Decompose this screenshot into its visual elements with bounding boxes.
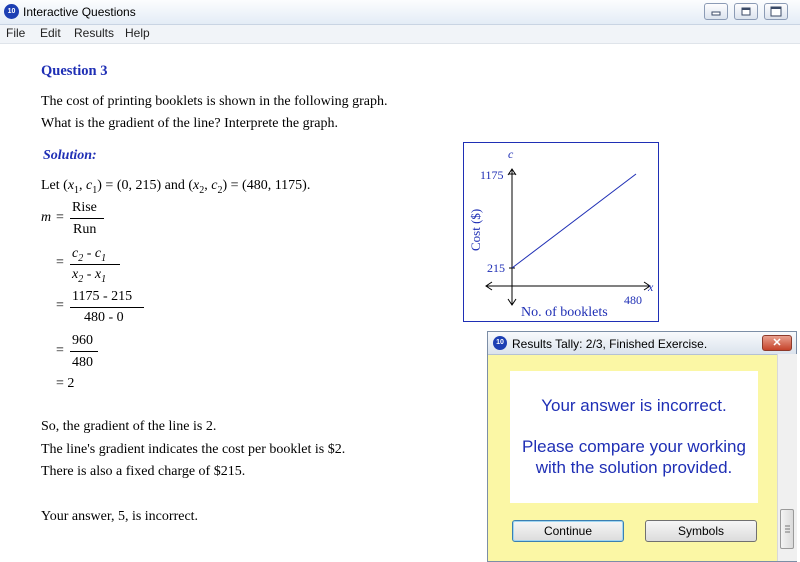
title-bar: 10 Interactive Questions bbox=[0, 0, 800, 25]
question-line-1: The cost of printing booklets is shown i… bbox=[41, 94, 388, 109]
conclusion-2: The line's gradient indicates the cost p… bbox=[41, 442, 346, 457]
denominator-values: 480 - 0 bbox=[84, 310, 124, 325]
m-symbol: m bbox=[41, 210, 52, 225]
fraction-line-3 bbox=[70, 307, 144, 308]
denominator-simplified: 480 bbox=[72, 355, 93, 370]
question-line-2: What is the gradient of the line? Interp… bbox=[41, 116, 338, 131]
conclusion-3: There is also a fixed charge of $215. bbox=[41, 464, 246, 479]
cost-graph: c x 1175 215 480 No. of booklets Cost ($… bbox=[463, 142, 659, 322]
maximize-icon bbox=[770, 6, 782, 17]
question-title: Question 3 bbox=[41, 63, 108, 79]
feedback-text: Your answer, 5, is incorrect. bbox=[41, 509, 199, 524]
conclusion-1: So, the gradient of the line is 2. bbox=[41, 419, 217, 434]
x-axis-variable: x bbox=[647, 280, 654, 294]
result: = 2 bbox=[56, 376, 75, 391]
fraction-line-1 bbox=[70, 218, 104, 219]
window-title: Interactive Questions bbox=[23, 5, 136, 19]
scrollbar-thumb[interactable] bbox=[780, 509, 794, 549]
fraction-line-2 bbox=[70, 264, 120, 265]
cost-line bbox=[511, 173, 637, 269]
numerator-values: 1175 - 215 bbox=[72, 289, 133, 304]
x-tick: 480 bbox=[624, 293, 642, 307]
menu-edit[interactable]: Edit bbox=[40, 26, 61, 40]
numerator-symbolic: c2 - c1 bbox=[72, 246, 107, 264]
y-axis-label: Cost ($) bbox=[468, 209, 483, 251]
solution-heading: Solution: bbox=[43, 148, 97, 163]
symbols-button[interactable]: Symbols bbox=[645, 520, 757, 542]
continue-button[interactable]: Continue bbox=[512, 520, 624, 542]
message-incorrect: Your answer is incorrect. bbox=[541, 396, 727, 415]
menu-results[interactable]: Results bbox=[74, 26, 114, 40]
y-tick-low: 215 bbox=[487, 261, 505, 275]
equals-4: = bbox=[56, 343, 64, 358]
equals-2: = bbox=[56, 255, 64, 270]
equals-3: = bbox=[56, 298, 64, 313]
maximize-button[interactable] bbox=[764, 3, 788, 20]
rise-label: Rise bbox=[72, 200, 97, 215]
run-label: Run bbox=[73, 222, 97, 237]
menu-bar: File Edit Results Help bbox=[0, 25, 800, 44]
fraction-line-4 bbox=[70, 351, 98, 352]
app-logo-icon: 10 bbox=[4, 4, 19, 19]
let-statement: Let (x1, c1) = (0, 215) and (x2, c2) = (… bbox=[41, 178, 311, 196]
denominator-symbolic: x2 - x1 bbox=[72, 267, 107, 285]
minimize-icon bbox=[711, 11, 721, 16]
dialog-logo-icon: 10 bbox=[493, 336, 507, 350]
numerator-simplified: 960 bbox=[72, 333, 93, 348]
message-compare-2: with the solution provided. bbox=[535, 458, 733, 477]
x-axis-label: No. of booklets bbox=[521, 305, 608, 320]
grip-icon bbox=[785, 525, 790, 533]
graph-canvas: c x 1175 215 480 No. of booklets Cost ($… bbox=[468, 147, 654, 320]
minimize-button[interactable] bbox=[704, 3, 728, 20]
dialog-title-bar[interactable]: 10 Results Tally: 2/3, Finished Exercise… bbox=[488, 332, 796, 355]
close-icon: ✕ bbox=[772, 337, 782, 349]
menu-file[interactable]: File bbox=[6, 26, 25, 40]
dialog-close-button[interactable]: ✕ bbox=[762, 335, 792, 351]
y-axis-variable: c bbox=[508, 147, 514, 161]
restore-icon bbox=[741, 7, 751, 16]
restore-button[interactable] bbox=[734, 3, 758, 20]
menu-help[interactable]: Help bbox=[125, 26, 150, 40]
message-panel: Your answer is incorrect. Please compare… bbox=[510, 371, 758, 503]
y-tick-high: 1175 bbox=[480, 168, 504, 182]
dialog-scrollbar[interactable] bbox=[777, 354, 797, 561]
results-dialog: 10 Results Tally: 2/3, Finished Exercise… bbox=[487, 331, 797, 562]
dialog-title: Results Tally: 2/3, Finished Exercise. bbox=[512, 337, 708, 351]
message-compare-1: Please compare your working bbox=[522, 437, 746, 456]
equals-1: = bbox=[56, 210, 64, 225]
